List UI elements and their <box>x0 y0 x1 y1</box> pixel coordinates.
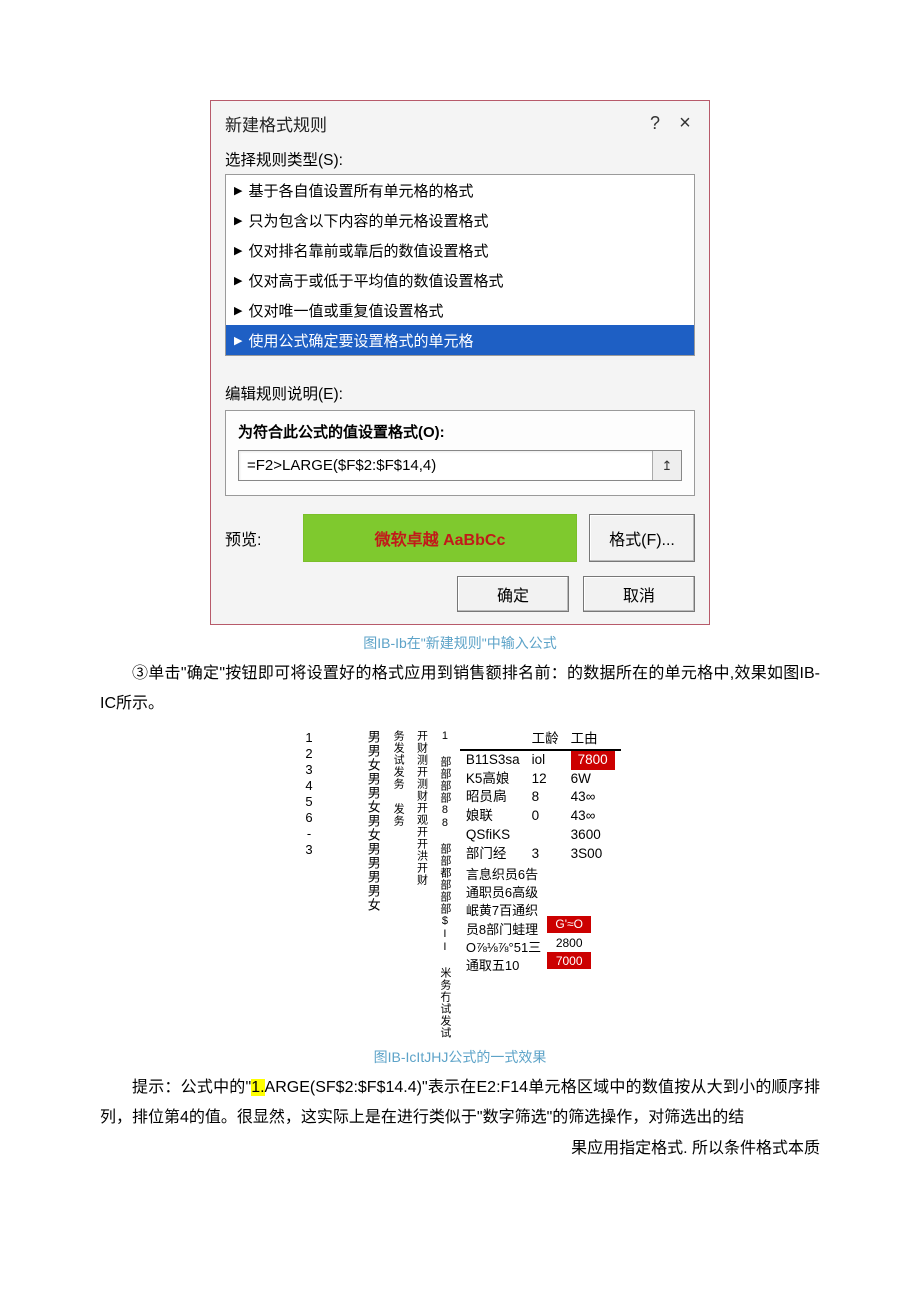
tip-highlight: 1. <box>251 1079 264 1096</box>
rule-type-list: ▶ 基于各自值设置所有单元格的格式 ▶ 只为包含以下内容的单元格设置格式 ▶ 仅对排名… <box>225 174 695 356</box>
result-col-4: 1 部部部部88 部部都部部部$II 米务冇试发试 <box>432 730 455 1039</box>
figure-caption-2: 图IB-IcItJHJ公式的一式效果 <box>100 1047 820 1067</box>
cancel-button[interactable]: 取消 <box>583 576 695 612</box>
tail-value: 2800 <box>547 935 591 953</box>
para1-text-a: ③单击"确定"按钮即可将设置好的格式应用到销售额排名前：的数据所在的单元格中,效… <box>132 665 800 682</box>
tip-prefix: 提示：公式中的" <box>132 1079 251 1096</box>
result-table: 工龄工由 B11S3saiol7800 K5高娘126W 昭员扄843∞ 娘联0… <box>460 730 621 864</box>
table-row: K5高娘126W <box>460 770 621 789</box>
range-selector-icon[interactable]: ↥ <box>652 451 681 480</box>
rule-type-label: 仅对高于或低于平均值的数值设置格式 <box>248 270 503 291</box>
help-icon[interactable]: ? <box>645 113 665 134</box>
th-salary: 工由 <box>565 730 621 750</box>
triangle-icon: ▶ <box>234 184 242 197</box>
highlighted-cell: G'≈O <box>547 916 591 933</box>
result-table-figure: 123456-3 男男女男男女男女男男男男女 务发试发务 发务 开财测开测财开观… <box>100 730 820 1039</box>
paragraph-step3: ③单击"确定"按钮即可将设置好的格式应用到销售额排名前：的数据所在的单元格中,效… <box>100 659 820 720</box>
formula-input-row: ↥ <box>238 450 682 481</box>
dialog-buttons: 确定 取消 <box>211 564 709 616</box>
section-edit-rule-desc: 编辑规则说明(E): <box>211 362 709 410</box>
table-row: 娘联043∞ <box>460 807 621 826</box>
table-row: 部门经33S00 <box>460 845 621 864</box>
triangle-icon: ▶ <box>234 274 242 287</box>
triangle-icon: ▶ <box>234 214 242 227</box>
formula-label: 为符合此公式的值设置格式(O): <box>238 421 682 450</box>
rule-type-item[interactable]: ▶ 基于各自值设置所有单元格的格式 <box>226 175 694 205</box>
result-col-index: 123456-3 <box>295 730 321 1039</box>
ok-button[interactable]: 确定 <box>457 576 569 612</box>
highlighted-cell: 7000 <box>547 953 591 970</box>
new-format-rule-dialog: 新建格式规则 ? × 选择规则类型(S): ▶ 基于各自值设置所有单元格的格式 ▶… <box>210 100 710 625</box>
result-tail-text: 言息织员6告 通职员6高级 岷黄7百通织 员8部门蛙理 O⅞⅛⅞°51三 通取五… <box>460 864 547 975</box>
rule-type-label: 使用公式确定要设置格式的单元格 <box>248 330 473 351</box>
table-row: QSfiKS3600 <box>460 826 621 845</box>
rule-type-item[interactable]: ▶ 只为包含以下内容的单元格设置格式 <box>226 205 694 235</box>
paragraph-tip: 提示：公式中的"1.ARGE(SF$2:$F$14.4)"表示在E2:F14单元… <box>100 1073 820 1134</box>
highlighted-cell: 7800 <box>571 751 615 770</box>
rule-type-item[interactable]: ▶ 仅对唯一值或重复值设置格式 <box>226 295 694 325</box>
table-row: B11S3saiol7800 <box>460 750 621 770</box>
preview-swatch: 微软卓越 AaBbCc <box>303 514 577 562</box>
table-row: 昭员扄843∞ <box>460 788 621 807</box>
rule-type-item-selected[interactable]: ▶ 使用公式确定要设置格式的单元格 <box>226 325 694 355</box>
para1-text-c: 所示。 <box>116 695 164 712</box>
close-icon[interactable]: × <box>675 112 695 135</box>
preview-row: 预览: 微软卓越 AaBbCc 格式(F)... <box>225 514 695 562</box>
section-select-rule-type: 选择规则类型(S): <box>211 142 709 174</box>
result-col-3a: 务发试发务 发务 <box>386 730 409 1039</box>
result-main-column: 工龄工由 B11S3saiol7800 K5高娘126W 昭员扄843∞ 娘联0… <box>456 730 625 1039</box>
result-col-gender: 男男女男男女男女男男男男女 <box>360 730 386 1039</box>
figure-caption-1: 图IB-Ib在"新建规则"中输入公式 <box>100 633 820 653</box>
dialog-title: 新建格式规则 <box>225 111 635 136</box>
triangle-icon: ▶ <box>234 334 242 347</box>
rule-type-label: 仅对唯一值或重复值设置格式 <box>248 300 443 321</box>
rule-type-label: 基于各自值设置所有单元格的格式 <box>248 180 473 201</box>
format-button[interactable]: 格式(F)... <box>589 514 695 562</box>
dialog-titlebar: 新建格式规则 ? × <box>211 101 709 142</box>
paragraph-tip-tail: 果应用指定格式. 所以条件格式本质 <box>100 1134 820 1164</box>
preview-label: 预览: <box>225 526 303 550</box>
rule-type-label: 只为包含以下内容的单元格设置格式 <box>248 210 488 231</box>
formula-input[interactable] <box>239 451 652 480</box>
th-workyears: 工龄 <box>526 730 565 750</box>
rule-type-label: 仅对排名靠前或靠后的数值设置格式 <box>248 240 488 261</box>
result-col-3b: 开财测开测财开观开开洪开财 <box>409 730 432 1039</box>
formula-panel: 为符合此公式的值设置格式(O): ↥ <box>225 410 695 496</box>
rule-type-item[interactable]: ▶ 仅对排名靠前或靠后的数值设置格式 <box>226 235 694 265</box>
triangle-icon: ▶ <box>234 244 242 257</box>
rule-type-item[interactable]: ▶ 仅对高于或低于平均值的数值设置格式 <box>226 265 694 295</box>
triangle-icon: ▶ <box>234 304 242 317</box>
